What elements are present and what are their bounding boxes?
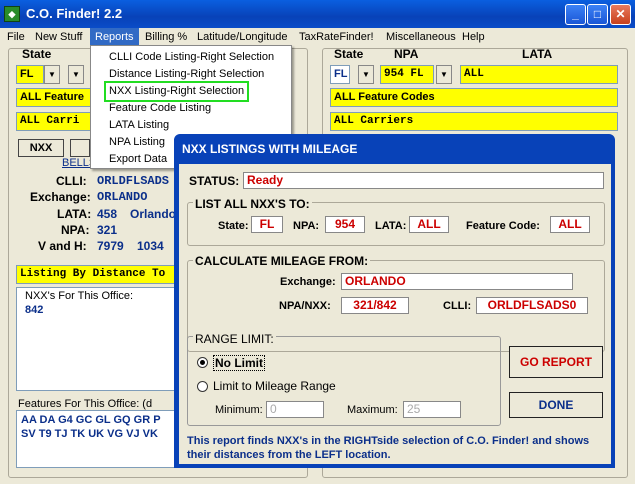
menu-reports[interactable]: Reports (90, 28, 139, 46)
dlg-feature-field: ALL (550, 216, 590, 233)
menu-item-distance-listing[interactable]: Distance Listing-Right Selection (109, 66, 264, 83)
menu-item-export-data[interactable]: Export Data (109, 151, 167, 168)
lata-value: 458 (97, 207, 118, 221)
features-label: Features For This Office: (d (18, 398, 153, 410)
range-limit-header: RANGE LIMIT: (193, 332, 276, 346)
dlg-npanxx-field: 321/842 (341, 297, 409, 314)
nxx-list: 842 (25, 304, 44, 316)
menu-help[interactable]: Help (457, 28, 490, 46)
menu-lat-long[interactable]: Latitude/Longitude (192, 28, 293, 46)
left-state-select[interactable]: FL (16, 65, 44, 84)
menu-miscellaneous[interactable]: Miscellaneous (381, 28, 461, 46)
left-state-label: State (22, 47, 52, 61)
right-feature-select[interactable]: ALL Feature Codes (330, 88, 618, 107)
menu-item-lata-listing[interactable]: LATA Listing (109, 117, 169, 134)
left-aux-button[interactable] (70, 139, 90, 157)
dlg-feature-label: Feature Code: (466, 220, 540, 232)
dlg-clli-field: ORLDFLSADS0 (476, 297, 588, 314)
menu-taxratefinder[interactable]: TaxRateFinder! (294, 28, 379, 46)
nxx-office-box: NXX's For This Office: 842 (16, 287, 176, 391)
no-limit-label[interactable]: No Limit (213, 355, 265, 371)
menu-bar: File New Stuff Reports Billing % Latitud… (0, 28, 635, 46)
exchange-value: ORLANDO (97, 190, 148, 204)
left-feature-select[interactable]: ALL Feature (16, 88, 96, 107)
menu-item-nxx-listing[interactable]: NXX Listing-Right Selection (103, 81, 250, 102)
right-lata-label: LATA (522, 47, 553, 61)
close-button[interactable]: ✕ (610, 4, 631, 25)
done-button[interactable]: DONE (509, 392, 603, 418)
limit-range-radio[interactable] (197, 381, 208, 392)
menu-item-clli-listing[interactable]: CLLI Code Listing-Right Selection (109, 49, 274, 66)
maximize-button[interactable]: □ (587, 4, 608, 25)
right-npa-select[interactable]: 954 FL (380, 65, 434, 84)
dialog-title: NXX LISTINGS WITH MILEAGE (182, 142, 358, 156)
dlg-npa-field: 954 (325, 216, 365, 233)
status-field: Ready (243, 172, 604, 189)
lata-name: Orlando (130, 207, 177, 221)
calc-mileage-header: CALCULATE MILEAGE FROM: (193, 254, 371, 268)
npa-label: NPA: (61, 223, 90, 237)
clli-label: CLLI: (56, 174, 87, 188)
nxx-office-label: NXX's For This Office: (25, 290, 134, 302)
window-title: C.O. Finder! 2.2 (26, 6, 123, 21)
chevron-down-icon[interactable]: ▼ (436, 65, 452, 84)
title-bar: ◆ C.O. Finder! 2.2 _ □ ✕ (0, 0, 635, 28)
features-box: AA DA G4 GC GL GQ GR P SV T9 TJ TK UK VG… (16, 410, 176, 468)
status-label: STATUS: (189, 174, 240, 188)
vh-label: V and H: (38, 239, 87, 253)
menu-billing[interactable]: Billing % (140, 28, 192, 46)
features-line: AA DA G4 GC GL GQ GR P (21, 414, 161, 426)
dlg-npanxx-label: NPA/NXX: (279, 300, 331, 312)
right-state-select[interactable]: FL (330, 65, 350, 84)
nxx-listing-dialog: NXX LISTINGS WITH MILEAGE STATUS: Ready … (174, 134, 615, 468)
h-value: 1034 (137, 239, 164, 253)
exchange-label: Exchange: (30, 190, 91, 204)
features-line: SV T9 TJ TK UK VG VJ VK (21, 428, 158, 440)
dlg-exchange-field: ORLANDO (341, 273, 573, 290)
v-value: 7979 (97, 239, 124, 253)
chevron-down-icon[interactable]: ▼ (68, 65, 84, 84)
chevron-down-icon[interactable]: ▼ (358, 65, 374, 84)
menu-file[interactable]: File (2, 28, 30, 46)
limit-range-label[interactable]: Limit to Mileage Range (213, 379, 336, 393)
dlg-clli-label: CLLI: (443, 300, 472, 312)
right-lata-select[interactable]: ALL (460, 65, 618, 84)
max-input[interactable]: 25 (403, 401, 461, 418)
clli-value: ORLDFLSADS (97, 174, 170, 188)
min-input[interactable]: 0 (266, 401, 324, 418)
npa-value: 321 (97, 223, 118, 237)
listing-by-select[interactable]: Listing By Distance To (16, 265, 176, 284)
chevron-down-icon[interactable]: ▼ (44, 65, 60, 84)
menu-new-stuff[interactable]: New Stuff (30, 28, 88, 46)
dialog-footer-note: This report finds NXX's in the RIGHTside… (187, 435, 590, 461)
app-icon: ◆ (4, 6, 20, 22)
right-carrier-select[interactable]: ALL Carriers (330, 112, 618, 131)
menu-item-npa-listing[interactable]: NPA Listing (109, 134, 165, 151)
dialog-body: STATUS: Ready LIST ALL NXX'S TO: State: … (179, 164, 611, 464)
dlg-npa-label: NPA: (293, 220, 320, 232)
left-carrier-select[interactable]: ALL Carri (16, 112, 96, 131)
right-npa-label: NPA (394, 47, 419, 61)
nxx-button[interactable]: NXX (18, 139, 64, 157)
go-report-button[interactable]: GO REPORT (509, 346, 603, 378)
minimize-button[interactable]: _ (565, 4, 586, 25)
dlg-exchange-label: Exchange: (280, 276, 336, 288)
menu-item-feature-code-listing[interactable]: Feature Code Listing (109, 100, 211, 117)
dlg-lata-field: ALL (409, 216, 449, 233)
max-label: Maximum: (347, 404, 398, 416)
lata-label: LATA: (57, 207, 92, 221)
min-label: Minimum: (215, 404, 263, 416)
dlg-lata-label: LATA: (375, 220, 407, 232)
no-limit-radio[interactable] (197, 357, 208, 368)
dlg-state-label: State: (218, 220, 249, 232)
dlg-state-field: FL (251, 216, 283, 233)
right-state-label: State (334, 47, 364, 61)
list-all-header: LIST ALL NXX'S TO: (193, 197, 312, 211)
